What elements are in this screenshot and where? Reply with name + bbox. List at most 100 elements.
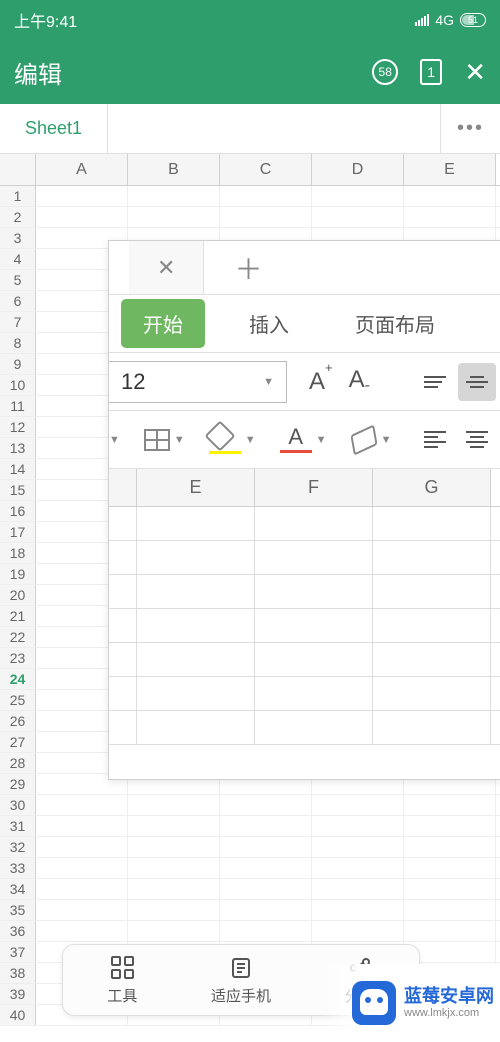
row-header[interactable]: 27 <box>0 732 36 752</box>
overlay-row[interactable] <box>109 609 500 643</box>
row-header[interactable]: 10 <box>0 375 36 395</box>
ov-col-header[interactable]: E <box>137 469 255 506</box>
col-header[interactable]: D <box>312 154 404 185</box>
overlay-cell[interactable] <box>373 711 491 744</box>
ribbon-layout[interactable]: 页面布局 <box>333 299 457 348</box>
row-header[interactable]: 28 <box>0 753 36 773</box>
fill-color-button[interactable]: ▼ <box>203 425 262 454</box>
eraser-button[interactable]: ▼ <box>345 430 398 450</box>
cell[interactable] <box>36 879 128 899</box>
sheet-row[interactable]: 2 <box>0 207 500 228</box>
select-all-cell[interactable] <box>0 154 36 185</box>
cell[interactable] <box>128 186 220 206</box>
overlay-cell[interactable] <box>137 507 255 540</box>
cell[interactable] <box>36 186 128 206</box>
cell[interactable] <box>404 795 496 815</box>
cell[interactable] <box>404 858 496 878</box>
row-header[interactable]: 11 <box>0 396 36 416</box>
align-top-button[interactable] <box>416 363 454 401</box>
adapt-button[interactable]: 适应手机 <box>182 945 301 1015</box>
border-button[interactable]: ▼ <box>138 429 191 451</box>
numbering-dropdown[interactable]: ▼ <box>109 434 126 446</box>
cell[interactable] <box>220 858 312 878</box>
overlay-cell[interactable] <box>137 643 255 676</box>
col-header[interactable]: A <box>36 154 128 185</box>
overlay-row[interactable] <box>109 541 500 575</box>
row-header[interactable]: 30 <box>0 795 36 815</box>
close-button[interactable]: ✕ <box>464 57 486 88</box>
align-center-button[interactable] <box>458 421 496 459</box>
cell[interactable] <box>404 879 496 899</box>
row-header[interactable]: 23 <box>0 648 36 668</box>
cell[interactable] <box>36 858 128 878</box>
row-header[interactable]: 2 <box>0 207 36 227</box>
font-increase-button[interactable]: A+ <box>301 368 341 396</box>
cell[interactable] <box>312 207 404 227</box>
overlay-row[interactable] <box>109 575 500 609</box>
row-header[interactable]: 7 <box>0 312 36 332</box>
row-header[interactable]: 19 <box>0 564 36 584</box>
overlay-cell[interactable] <box>373 643 491 676</box>
row-header[interactable]: 31 <box>0 816 36 836</box>
overlay-cell[interactable] <box>255 609 373 642</box>
row-header[interactable]: 33 <box>0 858 36 878</box>
col-header[interactable]: B <box>128 154 220 185</box>
ribbon-insert[interactable]: 插入 <box>227 299 311 348</box>
row-header[interactable]: 13 <box>0 438 36 458</box>
ov-col-header[interactable]: G <box>373 469 491 506</box>
row-header[interactable]: 29 <box>0 774 36 794</box>
cell[interactable] <box>312 186 404 206</box>
add-tab-button[interactable]: ＋ <box>212 248 262 288</box>
row-header[interactable]: 12 <box>0 417 36 437</box>
row-header[interactable]: 4 <box>0 249 36 269</box>
row-header[interactable]: 36 <box>0 921 36 941</box>
cell[interactable] <box>128 207 220 227</box>
cell[interactable] <box>312 900 404 920</box>
row-header[interactable]: 34 <box>0 879 36 899</box>
cell[interactable] <box>220 879 312 899</box>
cell[interactable] <box>128 837 220 857</box>
row-header[interactable]: 15 <box>0 480 36 500</box>
overlay-cell[interactable] <box>137 711 255 744</box>
sheet-row[interactable]: 31 <box>0 816 500 837</box>
ov-col-header[interactable]: F <box>255 469 373 506</box>
overlay-cell[interactable] <box>255 711 373 744</box>
overlay-cell[interactable] <box>373 507 491 540</box>
overlay-row[interactable] <box>109 643 500 677</box>
cell[interactable] <box>404 837 496 857</box>
overlay-cell[interactable] <box>137 677 255 710</box>
cell[interactable] <box>220 900 312 920</box>
tools-button[interactable]: 工具 <box>63 945 182 1015</box>
overlay-cell[interactable] <box>373 541 491 574</box>
sheet-row[interactable]: 36 <box>0 921 500 942</box>
row-header[interactable]: 32 <box>0 837 36 857</box>
cell[interactable] <box>220 186 312 206</box>
cell[interactable] <box>404 816 496 836</box>
ribbon-start[interactable]: 开始 <box>121 299 205 348</box>
overlay-cell[interactable] <box>373 575 491 608</box>
overlay-row[interactable] <box>109 507 500 541</box>
cell[interactable] <box>128 879 220 899</box>
col-header[interactable]: E <box>404 154 496 185</box>
row-header[interactable]: 40 <box>0 1005 36 1025</box>
row-header[interactable]: 37 <box>0 942 36 962</box>
cell[interactable] <box>312 837 404 857</box>
cell[interactable] <box>36 837 128 857</box>
col-header[interactable]: C <box>220 154 312 185</box>
overlay-cell[interactable] <box>373 677 491 710</box>
cell[interactable] <box>312 816 404 836</box>
row-header[interactable]: 14 <box>0 459 36 479</box>
cell[interactable] <box>220 816 312 836</box>
row-header[interactable]: 25 <box>0 690 36 710</box>
overlay-cell[interactable] <box>255 507 373 540</box>
cell[interactable] <box>312 921 404 941</box>
overlay-tab-close[interactable]: ✕ <box>129 241 204 294</box>
row-header[interactable]: 35 <box>0 900 36 920</box>
row-header[interactable]: 18 <box>0 543 36 563</box>
row-header[interactable]: 1 <box>0 186 36 206</box>
sheet-row[interactable]: 32 <box>0 837 500 858</box>
row-header[interactable]: 38 <box>0 963 36 983</box>
cell[interactable] <box>36 816 128 836</box>
cell[interactable] <box>312 879 404 899</box>
align-left-button[interactable] <box>416 421 454 459</box>
